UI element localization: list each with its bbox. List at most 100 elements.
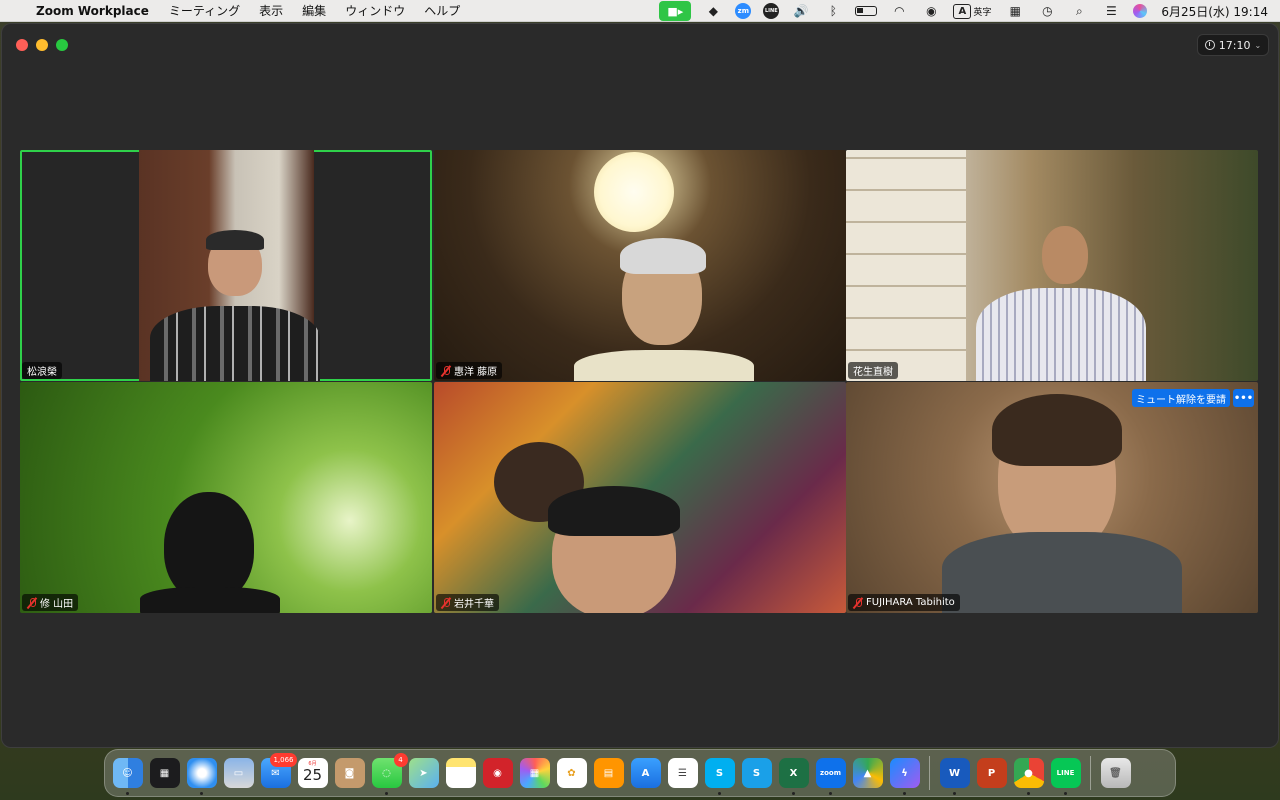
wifi-icon[interactable]: ◠ xyxy=(889,3,909,19)
chrome-icon[interactable]: ● xyxy=(1013,758,1044,795)
running-indicator xyxy=(952,792,956,795)
keyboard-icon[interactable]: ▦ xyxy=(1005,3,1025,19)
mission-control-icon[interactable]: ▦ xyxy=(149,758,180,788)
participant-name: 花生直樹 xyxy=(853,367,893,378)
participant-video xyxy=(846,382,1258,613)
input-source-label[interactable]: 英字 xyxy=(973,5,991,18)
contacts-icon[interactable]: ◙ xyxy=(334,758,365,788)
close-window-button[interactable] xyxy=(16,39,28,51)
participant-body xyxy=(140,587,280,613)
notes-icon[interactable] xyxy=(445,758,476,788)
skype-icon[interactable]: S xyxy=(704,758,735,795)
calendar-day: 25 xyxy=(302,766,323,784)
app-name-menu[interactable]: Zoom Workplace xyxy=(36,4,149,18)
skype-alt-icon[interactable]: S xyxy=(741,758,772,788)
books-icon[interactable]: ▤ xyxy=(593,758,624,788)
running-indicator xyxy=(199,792,203,795)
running-indicator xyxy=(1063,792,1067,795)
participant-name: 修 山田 xyxy=(40,599,74,610)
running-indicator xyxy=(902,792,906,795)
video-tile-3[interactable]: 花生直樹 xyxy=(846,150,1258,381)
participant-video xyxy=(846,150,1258,381)
participant-name-tag: 花生直樹 xyxy=(848,362,898,379)
trash-icon[interactable]: 🗑 xyxy=(1100,758,1131,788)
menu-help[interactable]: ヘルプ xyxy=(424,2,460,19)
video-tile-2[interactable]: 惠洋 藤原 xyxy=(434,150,846,381)
mic-muted-icon xyxy=(27,597,37,609)
menu-view[interactable]: 表示 xyxy=(259,2,283,19)
zoom-meeting-window: 17:10 ⌄ 松浪榮 惠洋 藤原 花生直樹 修 山田 岩井千華 ミュート解除を… xyxy=(1,23,1279,748)
meeting-timer-value: 17:10 xyxy=(1218,38,1251,52)
fullscreen-window-button[interactable] xyxy=(56,39,68,51)
zoom-app-icon[interactable]: zoom xyxy=(815,758,846,795)
ask-to-unmute-button[interactable]: ミュート解除を要請 xyxy=(1132,389,1230,407)
participant-name: 惠洋 藤原 xyxy=(454,367,498,378)
video-camera-icon[interactable]: ■▸ xyxy=(659,1,692,21)
more-options-button[interactable]: ••• xyxy=(1233,389,1254,407)
minimize-window-button[interactable] xyxy=(36,39,48,51)
menu-window[interactable]: ウィンドウ xyxy=(345,2,405,19)
video-tile-6[interactable]: ミュート解除を要請 ••• FUJIHARA Tabihito xyxy=(846,382,1258,613)
running-indicator xyxy=(717,792,721,795)
meeting-timer[interactable]: 17:10 ⌄ xyxy=(1197,34,1269,56)
mail-icon[interactable]: ✉ 1,066 xyxy=(260,753,297,788)
spotlight-search-icon[interactable]: ⌕ xyxy=(1069,3,1089,19)
participant-name: 岩井千華 xyxy=(454,599,494,610)
participant-video xyxy=(20,382,432,613)
photo-booth-icon[interactable]: ◉ xyxy=(482,758,513,788)
user-account-icon[interactable]: ◉ xyxy=(921,3,941,19)
reminders-icon[interactable]: ☰ xyxy=(667,758,698,788)
bluetooth-icon[interactable]: ᛒ xyxy=(823,3,843,19)
volume-icon[interactable]: 🔊 xyxy=(791,3,811,19)
menu-meeting[interactable]: ミーティング xyxy=(169,2,240,19)
finder-icon[interactable]: ☺ xyxy=(112,758,143,795)
dropbox-icon[interactable]: ◆ xyxy=(703,3,723,19)
control-center-icon[interactable]: ☰ xyxy=(1101,3,1121,19)
maps-icon[interactable]: ➤ xyxy=(408,758,439,788)
zoom-status-icon[interactable]: zm xyxy=(735,3,752,19)
siri-icon[interactable] xyxy=(1133,4,1148,18)
photos-icon[interactable]: ✿ xyxy=(556,758,587,788)
line-app-icon[interactable]: LINE xyxy=(1050,758,1081,795)
google-drive-icon[interactable]: ▲ xyxy=(852,758,883,788)
participant-figure xyxy=(164,492,254,602)
messenger-icon[interactable]: ϟ xyxy=(889,758,920,795)
video-tile-1[interactable]: 松浪榮 xyxy=(20,150,432,381)
mic-muted-icon xyxy=(441,365,451,377)
line-status-icon[interactable]: LINE xyxy=(763,3,780,19)
running-indicator xyxy=(791,792,795,795)
running-indicator xyxy=(1026,792,1030,795)
app-store-icon[interactable]: A xyxy=(630,758,661,788)
hair-shape xyxy=(992,394,1122,466)
time-machine-icon[interactable]: ◷ xyxy=(1037,3,1057,19)
participant-name-tag: 修 山田 xyxy=(22,594,79,611)
preview-icon[interactable]: ▭ xyxy=(223,758,254,788)
window-controls xyxy=(16,39,68,51)
launchpad-icon[interactable]: ▦ xyxy=(519,758,550,788)
excel-icon[interactable]: X xyxy=(778,758,809,795)
running-indicator xyxy=(828,792,832,795)
messages-badge: 4 xyxy=(393,753,408,767)
participant-name-tag: 松浪榮 xyxy=(22,362,62,379)
status-area: ■▸ ◆ zm LINE 🔊 ᛒ ◠ ◉ A 英字 ▦ ◷ ⌕ ☰ 6月25日(… xyxy=(653,0,1280,22)
participant-name: FUJIHARA Tabihito xyxy=(866,597,955,608)
battery-icon[interactable] xyxy=(855,6,878,16)
video-tile-5[interactable]: 岩井千華 xyxy=(434,382,846,613)
menu-edit[interactable]: 編集 xyxy=(302,2,326,19)
participant-figure xyxy=(1042,226,1088,284)
messages-icon[interactable]: ◌ 4 xyxy=(371,753,408,795)
video-tile-4[interactable]: 修 山田 xyxy=(20,382,432,613)
menubar-clock[interactable]: 6月25日(水) 19:14 xyxy=(1161,3,1268,20)
powerpoint-icon[interactable]: P xyxy=(976,758,1007,788)
lamp-light xyxy=(594,152,674,232)
mic-muted-icon xyxy=(853,597,863,609)
participant-video xyxy=(434,150,846,381)
participant-name-tag: 岩井千華 xyxy=(436,594,499,611)
safari-icon[interactable]: ✧ xyxy=(186,758,217,795)
input-source-icon[interactable]: A xyxy=(953,3,972,19)
participant-name-tag: 惠洋 藤原 xyxy=(436,362,503,379)
calendar-icon[interactable]: 6月 25 xyxy=(297,758,328,788)
word-icon[interactable]: W xyxy=(939,758,970,795)
participant-body xyxy=(942,532,1182,613)
running-indicator xyxy=(384,792,388,795)
